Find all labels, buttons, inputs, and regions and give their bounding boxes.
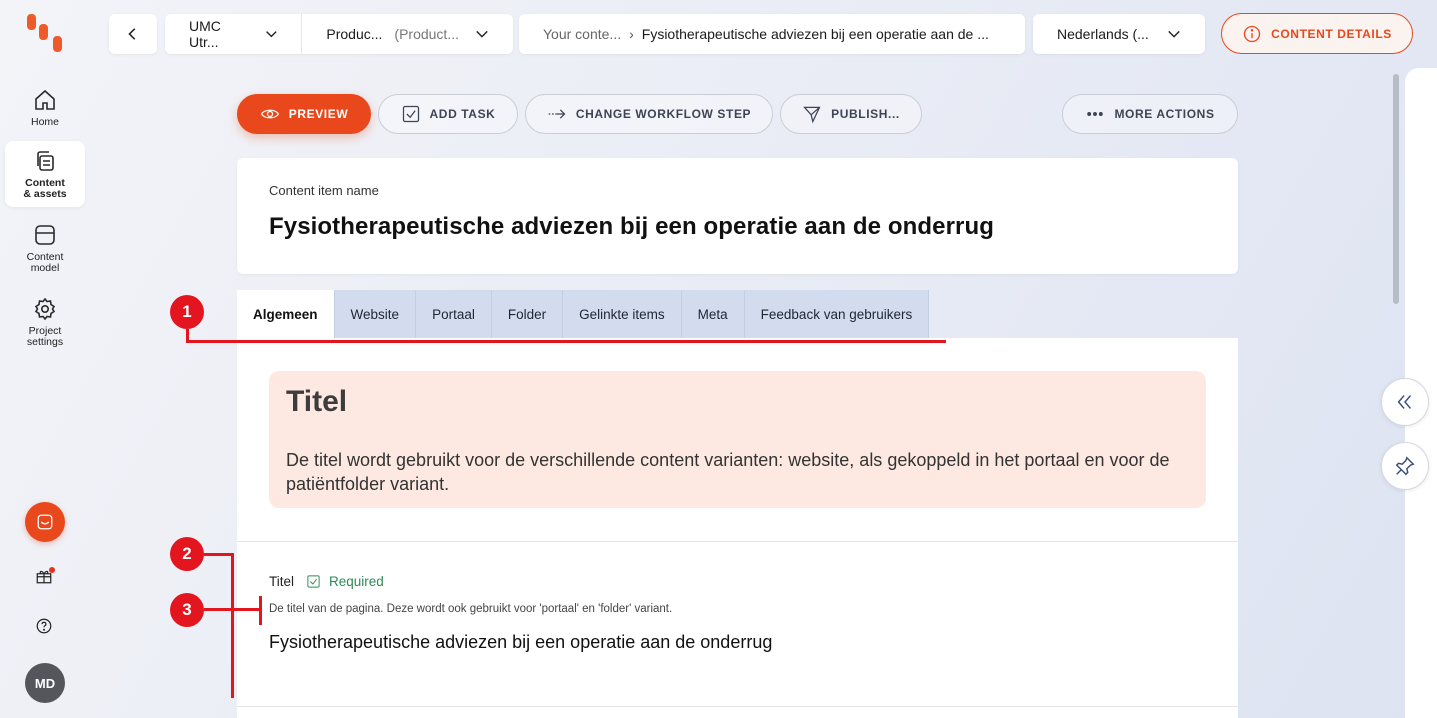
sidebar-item-home[interactable]: Home [5,80,85,146]
check-square-icon [307,575,320,588]
info-icon [1243,25,1261,42]
tab-feedback-van-gebruikers[interactable]: Feedback van gebruikers [744,290,930,338]
breadcrumb-parent[interactable]: Your conte... [543,26,621,42]
gear-icon [34,297,56,321]
content-item-name-caption: Content item name [269,183,379,198]
chevron-down-icon [476,30,488,38]
required-badge: Required [306,574,384,589]
environment-dropdown[interactable]: Produc... (Product... [301,14,513,54]
language-name: Nederlands (... [1057,26,1149,42]
chat-icon [37,514,53,530]
home-icon [35,89,55,110]
pin-button[interactable] [1381,442,1429,490]
chevron-left-icon [128,28,136,40]
help-button[interactable] [35,617,55,637]
title-field-header: Titel Required [269,574,384,589]
content-details-label: CONTENT DETAILS [1271,26,1392,41]
project-dropdown[interactable]: UMC Utr... [165,14,301,54]
guideline-box: Titel De titel wordt gebruikt voor de ve… [269,371,1206,508]
change-workflow-step-label: CHANGE WORKFLOW STEP [575,107,752,121]
whats-new-button[interactable] [35,567,55,587]
annotation-marker-1: 1 [170,295,204,329]
back-button[interactable] [109,14,157,54]
annotation-line [259,596,262,625]
annotation-line [231,553,234,698]
project-name: UMC Utr... [189,18,221,50]
sidebar-item-label: Content & assets [23,177,67,200]
arrow-right-icon [548,109,566,119]
tab-portaal[interactable]: Portaal [416,290,492,338]
tab-gelinkte-items[interactable]: Gelinkte items [563,290,682,338]
send-icon [803,106,821,124]
tab-folder[interactable]: Folder [491,290,564,338]
pin-icon [1395,456,1415,476]
content-item-name-card: Content item name Fysiotherapeutische ad… [237,158,1238,274]
checkbox-icon [402,105,419,123]
guideline-title: Titel [286,385,348,418]
content-details-button[interactable]: CONTENT DETAILS [1221,13,1413,54]
annotation-marker-2: 2 [170,537,204,571]
sidebar-item-content-assets[interactable]: Content & assets [5,141,85,207]
annotation-line [204,608,262,611]
breadcrumb-current: Fysiotherapeutische adviezen bij een ope… [641,26,989,42]
annotation-marker-3: 3 [170,593,204,627]
help-icon [36,618,52,634]
tab-website[interactable]: Website [334,290,417,338]
tab-meta[interactable]: Meta [681,290,745,338]
breadcrumb: Your conte... › Fysiotherapeutische advi… [519,14,1025,54]
more-dots-icon [1087,112,1104,116]
title-field-input[interactable]: Fysiotherapeutische adviezen bij een ope… [269,632,772,653]
guideline-text: De titel wordt gebruikt voor de verschil… [286,450,1170,494]
scrollbar-thumb[interactable] [1393,74,1399,304]
more-actions-label: MORE ACTIONS [1114,107,1215,121]
publish-label: PUBLISH... [831,107,900,121]
chat-button[interactable] [25,502,65,542]
content-editor: Titel De titel wordt gebruikt voor de ve… [237,338,1238,718]
environment-type: (Product... [394,26,459,42]
content-assets-icon [37,151,54,171]
content-item-name[interactable]: Fysiotherapeutische adviezen bij een ope… [269,213,1206,241]
environment-name: Produc... [326,26,383,42]
expand-panel-button[interactable] [1381,378,1429,426]
required-label: Required [329,574,384,589]
annotation-line [204,553,234,556]
eye-icon [260,109,279,119]
divider [237,541,1238,542]
title-field-help: De titel van de pagina. Deze wordt ook g… [269,603,673,615]
sidebar-item-label: Content model [26,251,64,274]
avatar[interactable]: MD [25,663,65,703]
sidebar-item-label: Home [30,116,59,128]
sidebar-item-label: Project settings [26,325,64,348]
project-environment-selector: UMC Utr... Produc... (Product... [165,14,513,54]
content-group-tabs: Algemeen Website Portaal Folder Gelinkte… [237,290,930,338]
chevrons-left-icon [1397,395,1412,409]
sidebar-item-content-model[interactable]: Content model [5,215,85,281]
chevron-down-icon [1168,30,1180,38]
more-actions-button[interactable]: MORE ACTIONS [1062,94,1238,134]
chevron-down-icon [265,31,277,38]
language-dropdown[interactable]: Nederlands (... [1033,14,1205,54]
breadcrumb-separator: › [629,26,634,42]
annotation-line [186,340,946,343]
add-task-button[interactable]: ADD TASK [378,94,518,134]
notification-dot [49,567,55,573]
preview-button[interactable]: PREVIEW [237,94,371,134]
divider [237,706,1238,707]
add-task-label: ADD TASK [429,107,496,121]
sidebar-item-project-settings[interactable]: Project settings [5,289,85,355]
change-workflow-step-button[interactable]: CHANGE WORKFLOW STEP [525,94,773,134]
preview-label: PREVIEW [288,107,349,121]
content-model-icon [35,225,55,245]
title-field-label: Titel [269,574,295,589]
tab-algemeen[interactable]: Algemeen [237,290,335,338]
publish-button[interactable]: PUBLISH... [780,94,922,134]
app-logo[interactable] [25,14,65,54]
